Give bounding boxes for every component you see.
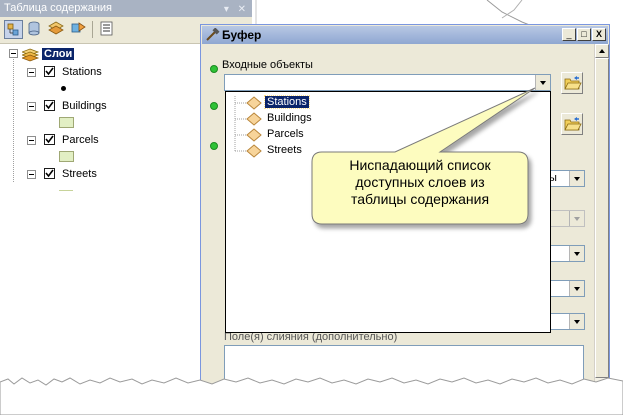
required-indicator-icon — [210, 142, 218, 150]
end-type-combo[interactable] — [545, 280, 585, 297]
required-indicator-icon — [210, 65, 218, 73]
list-by-visibility-icon[interactable] — [48, 20, 67, 39]
layer-diamond-icon — [246, 96, 262, 113]
collapse-toggle-buildings[interactable] — [27, 102, 36, 111]
toc-title-bar: Таблица содержания ▾ ✕ — [0, 0, 252, 17]
chevron-down-icon[interactable] — [569, 246, 584, 261]
point-symbol-icon — [61, 86, 66, 91]
layer-label-stations[interactable]: Stations — [62, 66, 102, 78]
dialog-scrollbar[interactable] — [594, 44, 609, 384]
dialog-title: Буфер — [222, 28, 262, 42]
open-folder-icon — [564, 117, 582, 131]
layer-checkbox-streets[interactable] — [44, 168, 55, 179]
toc-tree: Слои Stations Buildings Parcels Streets — [0, 44, 200, 344]
collapse-toggle-group[interactable] — [9, 49, 18, 58]
browse-input-button[interactable] — [561, 72, 583, 94]
dialog-title-bar[interactable]: Буфер _ □ X — [202, 26, 608, 44]
chevron-down-icon[interactable] — [535, 75, 550, 90]
disabled-combo — [545, 210, 585, 227]
line-symbol-icon — [59, 190, 73, 191]
close-button[interactable]: X — [592, 28, 606, 41]
layer-checkbox-parcels[interactable] — [44, 134, 55, 145]
layer-label-streets[interactable]: Streets — [62, 168, 97, 180]
layer-diamond-icon — [246, 144, 262, 161]
layer-label-buildings[interactable]: Buildings — [62, 100, 107, 112]
callout-line-2: доступных слоев из — [355, 174, 485, 190]
dropdown-item-buildings[interactable]: Buildings — [267, 112, 312, 124]
list-by-source-icon[interactable] — [26, 20, 45, 39]
maximize-button[interactable]: □ — [577, 28, 591, 41]
list-by-selection-icon[interactable] — [70, 20, 89, 39]
scroll-up-button[interactable] — [595, 44, 609, 58]
polygon-symbol-icon — [59, 151, 74, 162]
required-indicator-icon — [210, 102, 218, 110]
dropdown-item-streets[interactable]: Streets — [267, 144, 302, 156]
layers-group-label[interactable]: Слои — [42, 48, 75, 60]
torn-edge-decoration — [0, 377, 623, 415]
input-features-label: Входные объекты — [222, 59, 313, 71]
callout-text: Ниспадающий список доступных слоев из та… — [318, 157, 522, 221]
chevron-down-icon[interactable] — [569, 314, 584, 329]
units-combo[interactable]: ы — [545, 170, 585, 187]
input-features-combo[interactable] — [224, 74, 551, 91]
polygon-symbol-icon — [59, 117, 74, 128]
layer-diamond-icon — [246, 112, 262, 129]
open-folder-icon — [564, 76, 582, 90]
dissolve-type-combo[interactable] — [545, 313, 585, 330]
collapse-toggle-parcels[interactable] — [27, 136, 36, 145]
list-by-drawing-order-icon[interactable] — [4, 20, 23, 39]
toc-title: Таблица содержания — [4, 2, 112, 14]
scroll-thumb[interactable] — [595, 58, 609, 378]
layer-diamond-icon — [246, 128, 262, 145]
tree-connector — [13, 57, 14, 182]
toolbar-separator — [92, 21, 93, 38]
layer-checkbox-stations[interactable] — [44, 66, 55, 77]
collapse-toggle-stations[interactable] — [27, 68, 36, 77]
layer-checkbox-buildings[interactable] — [44, 100, 55, 111]
chevron-down-icon[interactable] — [569, 281, 584, 296]
toc-title-buttons[interactable]: ▾ ✕ — [224, 1, 249, 18]
options-icon[interactable] — [98, 20, 117, 39]
side-type-combo[interactable] — [545, 245, 585, 262]
layers-group-icon — [20, 48, 40, 65]
collapse-toggle-streets[interactable] — [27, 170, 36, 179]
hammer-tool-icon — [206, 28, 220, 41]
dropdown-item-parcels[interactable]: Parcels — [267, 128, 304, 140]
dropdown-item-stations[interactable]: Stations — [264, 95, 310, 109]
layer-label-parcels[interactable]: Parcels — [62, 134, 99, 146]
chevron-down-icon — [569, 211, 584, 226]
callout-line-1: Ниспадающий список — [349, 157, 491, 173]
chevron-down-icon[interactable] — [569, 171, 584, 186]
browse-output-button[interactable] — [561, 113, 583, 135]
callout-line-3: таблицы содержания — [350, 191, 490, 207]
minimize-button[interactable]: _ — [562, 28, 576, 41]
